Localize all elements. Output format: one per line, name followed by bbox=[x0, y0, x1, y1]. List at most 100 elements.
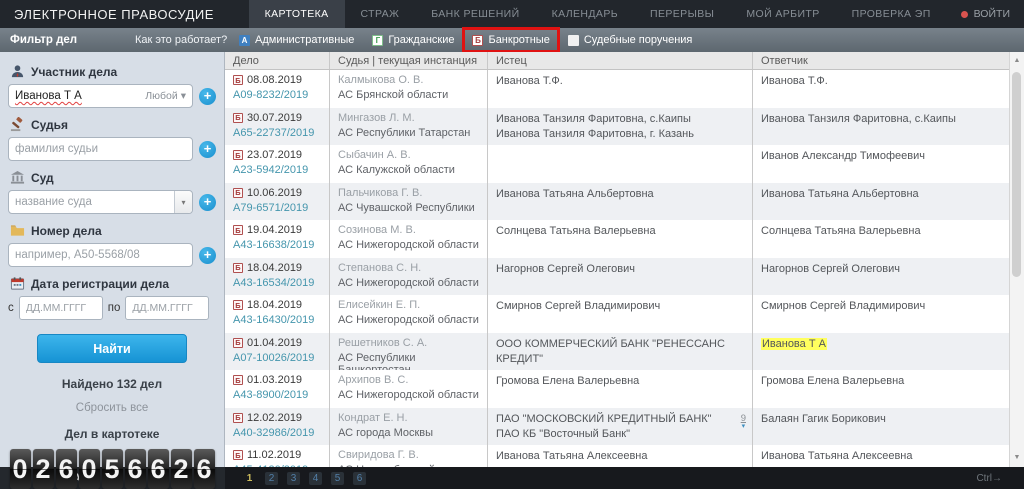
case-cell: Б19.04.2019А43-16638/2019 bbox=[225, 220, 330, 258]
participant-label: Участник дела bbox=[31, 65, 117, 79]
case-cell: Б12.02.2019А40-32986/2019 bbox=[225, 408, 330, 446]
more-parties-count: 9 bbox=[741, 415, 746, 423]
case-type-tab[interactable]: ГГражданские bbox=[363, 28, 463, 52]
plaintiff-cell: ПАО "МОСКОВСКИЙ КРЕДИТНЫЙ БАНК"ПАО КБ "В… bbox=[488, 408, 753, 446]
table-row[interactable]: Б01.04.2019А07-10026/2019Решетников С. А… bbox=[225, 333, 1009, 371]
scrollbar-thumb[interactable] bbox=[1012, 72, 1021, 277]
status-dot-icon bbox=[961, 11, 968, 18]
table-row[interactable]: Б19.04.2019А43-16638/2019Созинова М. В.А… bbox=[225, 220, 1009, 258]
court-dropdown-button[interactable]: ▾ bbox=[174, 191, 192, 213]
defendant-cell: Смирнов Сергей Владимирович bbox=[753, 295, 1009, 333]
date-from-input[interactable] bbox=[19, 296, 103, 320]
judge-input[interactable] bbox=[15, 143, 186, 155]
counter-digit: 0 bbox=[10, 449, 31, 489]
column-header[interactable]: Судья | текущая инстанция bbox=[330, 52, 488, 69]
defendant-name: Иванова Т.Ф. bbox=[761, 75, 828, 87]
plaintiff-name: Нагорнов Сергей Олегович bbox=[496, 262, 744, 277]
judge-inputbox bbox=[8, 137, 193, 161]
scroll-down-icon[interactable]: ▼ bbox=[1010, 451, 1024, 465]
case-number-link[interactable]: А43-16638/2019 bbox=[233, 239, 314, 251]
participant-input[interactable]: Иванова Т А Любой ▾ bbox=[8, 84, 193, 108]
table-row[interactable]: Б23.07.2019А23-5942/2019Сыбачин А. В.АС … bbox=[225, 145, 1009, 183]
case-number-link[interactable]: А79-6571/2019 bbox=[233, 202, 308, 214]
more-parties-badge[interactable]: 9▾ bbox=[741, 415, 746, 431]
case-date: 08.08.2019 bbox=[247, 74, 302, 86]
plaintiff-name: Смирнов Сергей Владимирович bbox=[496, 299, 744, 314]
case-number-link[interactable]: А43-16534/2019 bbox=[233, 277, 314, 289]
case-type-tab[interactable]: Судебные поручения bbox=[559, 28, 702, 52]
vertical-scrollbar[interactable]: ▲ ▼ bbox=[1009, 52, 1024, 467]
case-number-input[interactable] bbox=[15, 249, 186, 261]
page-button[interactable]: 2 bbox=[265, 472, 278, 485]
page-button[interactable]: 3 bbox=[287, 472, 300, 485]
add-court-button[interactable]: + bbox=[199, 194, 216, 211]
page-button[interactable]: 4 bbox=[309, 472, 322, 485]
add-case-number-button[interactable]: + bbox=[199, 247, 216, 264]
case-cell: Б08.08.2019А09-8232/2019 bbox=[225, 70, 330, 108]
case-number-link[interactable]: А45-4130/2019 bbox=[233, 464, 308, 467]
column-header[interactable]: Ответчик bbox=[753, 52, 1024, 69]
participant-role-select[interactable]: Любой ▾ bbox=[145, 90, 186, 102]
login-button[interactable]: ВОЙТИ bbox=[947, 0, 1024, 28]
add-judge-button[interactable]: + bbox=[199, 141, 216, 158]
case-number-link[interactable]: А23-5942/2019 bbox=[233, 164, 308, 176]
counter-label: Дел в картотеке bbox=[8, 427, 216, 441]
nav-item[interactable]: КАЛЕНДАРЬ bbox=[536, 0, 634, 28]
case-date-row: Б01.03.2019 bbox=[233, 374, 321, 386]
case-number-link[interactable]: А09-8232/2019 bbox=[233, 89, 308, 101]
nav-item[interactable]: ПРОВЕРКА ЭП bbox=[836, 0, 947, 28]
case-type-tab-label: Административные bbox=[255, 34, 354, 46]
add-participant-button[interactable]: + bbox=[199, 88, 216, 105]
table-row[interactable]: Б18.04.2019А43-16534/2019Степанова С. Н.… bbox=[225, 258, 1009, 296]
nav-item[interactable]: ПЕРЕРЫВЫ bbox=[634, 0, 730, 28]
calendar-icon bbox=[10, 276, 25, 291]
defendant-cell: Иванова Танзиля Фаритовна, с.Каипы bbox=[753, 108, 1009, 146]
page-button[interactable]: 1 bbox=[243, 472, 256, 485]
table-row[interactable]: Б11.02.2019А45-4130/2019Свиридова Г. В.А… bbox=[225, 445, 1009, 467]
case-type-tab[interactable]: ААдминистративные bbox=[230, 28, 363, 52]
case-number-link[interactable]: А07-10026/2019 bbox=[233, 352, 314, 364]
table-row[interactable]: Б08.08.2019А09-8232/2019Калмыкова О. В.А… bbox=[225, 70, 1009, 108]
defendant-cell: Иванова Т А bbox=[753, 333, 1009, 371]
folder-icon bbox=[10, 223, 25, 238]
judge-cell: Елисейкин Е. П.АС Нижегородской области bbox=[330, 295, 488, 333]
counter-digit: 2 bbox=[33, 449, 54, 489]
table-row[interactable]: Б30.07.2019А65-22737/2019Мингазов Л. М.А… bbox=[225, 108, 1009, 146]
case-number-link[interactable]: А65-22737/2019 bbox=[233, 127, 314, 139]
table-row[interactable]: Б18.04.2019А43-16430/2019Елисейкин Е. П.… bbox=[225, 295, 1009, 333]
table-row[interactable]: Б10.06.2019А79-6571/2019Пальчикова Г. В.… bbox=[225, 183, 1009, 221]
case-number-link[interactable]: А43-8900/2019 bbox=[233, 389, 308, 401]
date-to-input[interactable] bbox=[125, 296, 209, 320]
case-number-link[interactable]: А43-16430/2019 bbox=[233, 314, 314, 326]
bankruptcy-icon: Б bbox=[233, 375, 243, 385]
judge-cell: Архипов В. С.АС Нижегородской области bbox=[330, 370, 488, 408]
table-row[interactable]: Б12.02.2019А40-32986/2019Кондрат Е. Н.АС… bbox=[225, 408, 1009, 446]
page-button[interactable]: 5 bbox=[331, 472, 344, 485]
court-select[interactable]: название суда ▾ bbox=[8, 190, 193, 214]
case-number-label: Номер дела bbox=[31, 224, 102, 238]
table-row[interactable]: Б01.03.2019 А43-8900/2019 Архипов В. С.АС … bbox=[225, 370, 1009, 408]
nav-item[interactable]: СТРАЖ bbox=[345, 0, 416, 28]
nav-item[interactable]: КАРТОТЕКА bbox=[249, 0, 345, 28]
column-header[interactable]: Дело bbox=[225, 52, 330, 69]
defendant-name: Иванова Татьяна Алексеевна bbox=[761, 450, 913, 462]
judge-name: Решетников С. А. bbox=[338, 337, 479, 349]
column-header[interactable]: Истец bbox=[488, 52, 753, 69]
page-button[interactable]: 6 bbox=[353, 472, 366, 485]
defendant-cell: Иванова Татьяна Альбертовна bbox=[753, 183, 1009, 221]
reset-all-link[interactable]: Сбросить все bbox=[8, 402, 216, 414]
table-header: ДелоСудья | текущая инстанцияИстецОтветч… bbox=[225, 52, 1024, 70]
plaintiff-cell: Иванова Татьяна Алексеевна bbox=[488, 445, 753, 467]
search-button[interactable]: Найти bbox=[37, 334, 187, 363]
judge-cell: Созинова М. В.АС Нижегородской области bbox=[330, 220, 488, 258]
nav-item[interactable]: МОЙ АРБИТР bbox=[730, 0, 835, 28]
judge-name: Елисейкин Е. П. bbox=[338, 299, 479, 311]
case-number-link[interactable]: А40-32986/2019 bbox=[233, 427, 314, 439]
case-type-tab[interactable]: ББанкротные bbox=[463, 28, 558, 52]
scroll-up-icon[interactable]: ▲ bbox=[1010, 54, 1024, 68]
counter-digit: 6 bbox=[125, 449, 146, 489]
nav-item[interactable]: БАНК РЕШЕНИЙ bbox=[415, 0, 535, 28]
help-link[interactable]: Как это работает? bbox=[135, 34, 230, 46]
defendant-name: Нагорнов Сергей Олегович bbox=[761, 263, 900, 275]
reg-date-label-row: Дата регистрации дела bbox=[10, 276, 216, 291]
